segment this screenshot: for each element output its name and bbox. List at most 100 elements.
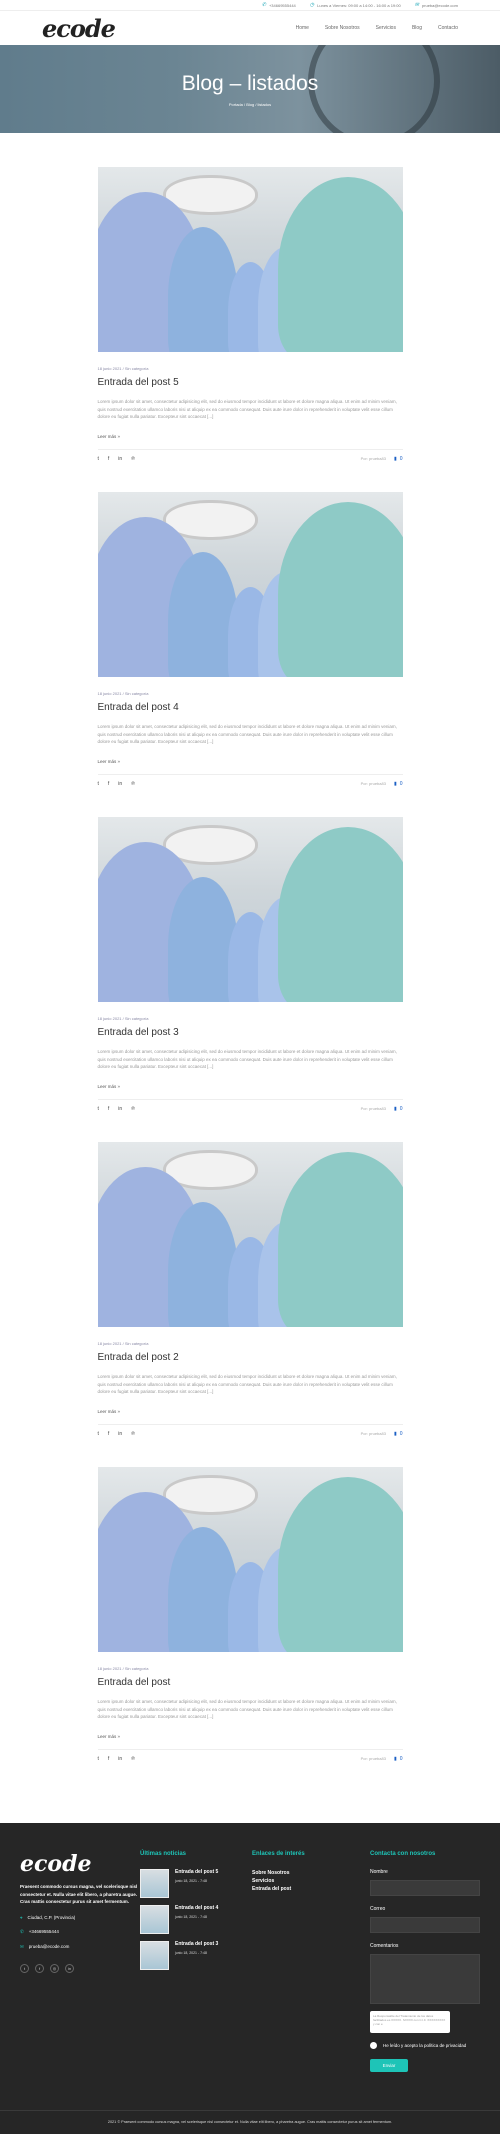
post-author: Por: prueba83 xyxy=(360,1756,386,1761)
facebook-icon[interactable]: f xyxy=(108,1756,109,1762)
pinterest-icon[interactable]: ℗ xyxy=(131,1756,135,1762)
menu-item-services[interactable]: Servicios xyxy=(376,25,396,31)
main-header: ecode Home Sobre Nosotros Servicios Blog… xyxy=(0,11,500,45)
submit-button[interactable]: Enviar xyxy=(370,2059,408,2072)
footer-link-about[interactable]: Sobre Nosotros xyxy=(252,1869,370,1877)
linkedin-icon[interactable]: in xyxy=(65,1963,74,1973)
menu-item-home[interactable]: Home xyxy=(296,25,309,31)
post-featured-image[interactable] xyxy=(97,817,403,1002)
recent-post-thumbnail[interactable] xyxy=(140,1869,169,1898)
twitter-icon[interactable]: t xyxy=(20,1963,29,1973)
twitter-icon[interactable]: t xyxy=(98,781,99,787)
recent-post-date: junio 18, 2021 - 7:48 xyxy=(175,1879,207,1883)
twitter-icon[interactable]: t xyxy=(98,456,99,462)
post-author: Por: prueba83 xyxy=(360,1106,386,1111)
phone-icon: ✆ xyxy=(20,1928,24,1934)
linkedin-icon[interactable]: in xyxy=(118,1106,122,1112)
footer-about: ecode Praesent commodo cursus magna, vel… xyxy=(20,1851,140,2072)
post-title[interactable]: Entrada del post 4 xyxy=(98,702,403,713)
read-more-link[interactable]: Leer más » xyxy=(98,1084,403,1089)
recent-post[interactable]: Entrada del post 4 junio 18, 2021 - 7:48 xyxy=(140,1905,252,1934)
topbar-phone[interactable]: +34669555444 xyxy=(269,3,296,8)
topbar-email[interactable]: prueba@ecode.com xyxy=(422,3,458,8)
pinterest-icon[interactable]: ℗ xyxy=(131,1431,135,1437)
post-title[interactable]: Entrada del post 3 xyxy=(98,1027,403,1038)
menu-item-about[interactable]: Sobre Nosotros xyxy=(325,25,360,31)
comment-count[interactable]: 0 xyxy=(400,781,403,787)
read-more-link[interactable]: Leer más » xyxy=(98,1734,403,1739)
post-featured-image[interactable] xyxy=(97,492,403,677)
read-more-link[interactable]: Leer más » xyxy=(98,1409,403,1414)
footer-email[interactable]: prueba@ecode.com xyxy=(29,1944,70,1949)
twitter-icon[interactable]: t xyxy=(98,1756,99,1762)
blog-post: 18 junio 2021 / Sin categoría Entrada de… xyxy=(97,492,403,817)
recent-post[interactable]: Entrada del post 3 junio 18, 2021 - 7:48 xyxy=(140,1941,252,1970)
post-share-bar: t f in ℗ Por: prueba83 ▮ 0 xyxy=(97,1423,403,1437)
post-title[interactable]: Entrada del post xyxy=(98,1677,403,1688)
linkedin-icon[interactable]: in xyxy=(118,456,122,462)
footer-link-post[interactable]: Entrada del post xyxy=(252,1885,370,1893)
comment-icon[interactable]: ▮ xyxy=(394,456,397,462)
facebook-icon[interactable]: f xyxy=(108,1431,109,1437)
read-more-link[interactable]: Leer más » xyxy=(98,759,403,764)
site-logo[interactable]: ecode xyxy=(42,14,116,43)
facebook-icon[interactable]: f xyxy=(35,1963,44,1973)
comments-field[interactable] xyxy=(370,1954,480,2004)
post-featured-image[interactable] xyxy=(97,1142,403,1327)
footer-phone[interactable]: +34669555444 xyxy=(29,1929,59,1934)
pinterest-icon[interactable]: ℗ xyxy=(131,1106,135,1112)
menu-item-contact[interactable]: Contacto xyxy=(438,25,458,31)
recent-post-title[interactable]: Entrada del post 4 xyxy=(175,1905,218,1911)
recent-post[interactable]: Entrada del post 5 junio 18, 2021 - 7:48 xyxy=(140,1869,252,1898)
twitter-icon[interactable]: t xyxy=(98,1431,99,1437)
top-bar: ✆ +34669555444 ◷ Lunes a Viernes: 09:00 a … xyxy=(0,0,500,11)
name-field[interactable] xyxy=(370,1880,480,1896)
comment-count[interactable]: 0 xyxy=(400,456,403,462)
post-title[interactable]: Entrada del post 5 xyxy=(98,377,403,388)
email-field[interactable] xyxy=(370,1917,480,1933)
menu-item-blog[interactable]: Blog xyxy=(412,25,422,31)
linkedin-icon[interactable]: in xyxy=(118,1756,122,1762)
post-excerpt: Lorem ipsum dolor sit amet, consectetur … xyxy=(97,1374,397,1394)
footer-description: Praesent commodo cursus magna, vel scele… xyxy=(20,1884,138,1904)
pinterest-icon[interactable]: ℗ xyxy=(131,781,135,787)
recent-post-title[interactable]: Entrada del post 5 xyxy=(175,1869,218,1875)
post-meta: 18 junio 2021 / Sin categoría xyxy=(97,1666,149,1671)
post-author: Por: prueba83 xyxy=(360,781,386,786)
read-more-link[interactable]: Leer más » xyxy=(98,434,403,439)
privacy-checkbox[interactable] xyxy=(370,2042,377,2049)
post-excerpt: Lorem ipsum dolor sit amet, consectetur … xyxy=(97,724,397,744)
post-excerpt: Lorem ipsum dolor sit amet, consectetur … xyxy=(97,399,397,419)
page-title: Blog – listados xyxy=(181,71,319,95)
twitter-icon[interactable]: t xyxy=(98,1106,99,1112)
comment-count[interactable]: 0 xyxy=(400,1756,403,1762)
comment-icon[interactable]: ▮ xyxy=(394,1756,397,1762)
comment-icon[interactable]: ▮ xyxy=(394,1106,397,1112)
post-featured-image[interactable] xyxy=(97,167,403,352)
facebook-icon[interactable]: f xyxy=(108,781,109,787)
facebook-icon[interactable]: f xyxy=(108,1106,109,1112)
blog-post: 18 junio 2021 / Sin categoría Entrada de… xyxy=(97,1142,403,1467)
post-author: Por: prueba83 xyxy=(360,1431,386,1436)
footer-link-services[interactable]: Servicios xyxy=(252,1877,370,1885)
post-meta: 18 junio 2021 / Sin categoría xyxy=(97,691,149,696)
footer-logo[interactable]: ecode xyxy=(20,1851,140,1877)
post-title[interactable]: Entrada del post 2 xyxy=(98,1352,403,1363)
comment-icon[interactable]: ▮ xyxy=(394,1431,397,1437)
recent-post-thumbnail[interactable] xyxy=(140,1905,169,1934)
post-featured-image[interactable] xyxy=(97,1467,403,1652)
page-hero: Blog – listados Portada / Blog / listado… xyxy=(0,45,500,133)
linkedin-icon[interactable]: in xyxy=(118,1431,122,1437)
privacy-notice-box[interactable]: La Responsable del Tratamiento de los da… xyxy=(370,2011,450,2033)
comment-count[interactable]: 0 xyxy=(400,1106,403,1112)
comment-icon[interactable]: ▮ xyxy=(394,781,397,787)
comment-count[interactable]: 0 xyxy=(400,1431,403,1437)
instagram-icon[interactable]: ◎ xyxy=(50,1963,59,1973)
facebook-icon[interactable]: f xyxy=(108,456,109,462)
main-menu: Home Sobre Nosotros Servicios Blog Conta… xyxy=(296,25,458,31)
recent-post-title[interactable]: Entrada del post 3 xyxy=(175,1941,218,1947)
linkedin-icon[interactable]: in xyxy=(118,781,122,787)
recent-post-thumbnail[interactable] xyxy=(140,1941,169,1970)
pinterest-icon[interactable]: ℗ xyxy=(131,456,135,462)
recent-posts-heading: Últimas noticias xyxy=(140,1851,187,1857)
